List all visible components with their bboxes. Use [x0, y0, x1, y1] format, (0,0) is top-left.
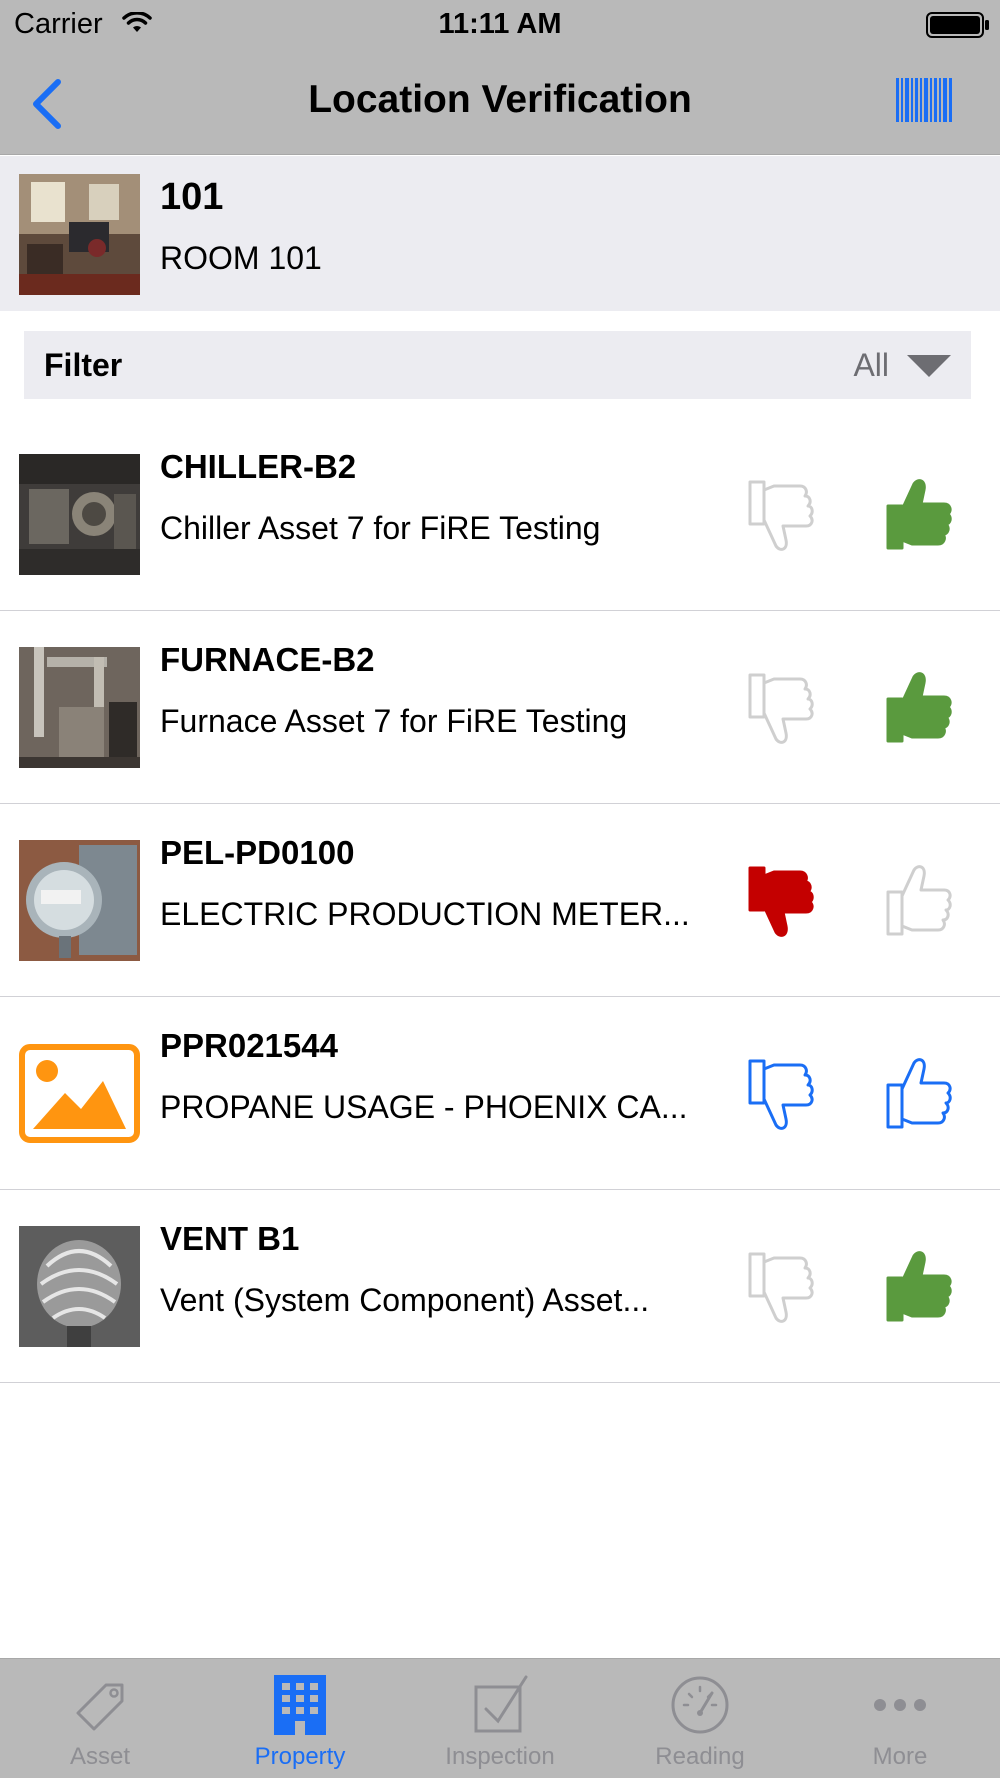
asset-photo-chiller	[19, 454, 140, 575]
thumbs-down-button[interactable]	[746, 1250, 816, 1326]
asset-description: Chiller Asset 7 for FiRE Testing	[160, 510, 601, 546]
asset-code: VENT B1	[160, 1220, 300, 1257]
thumbs-up-button[interactable]	[884, 1055, 954, 1131]
thumbs-up-icon	[886, 672, 952, 743]
thumbs-down-icon	[748, 480, 814, 551]
status-time: 11:11 AM	[438, 8, 562, 40]
checkbox-icon	[474, 1675, 528, 1733]
asset-row[interactable]: CHILLER-B2 Chiller Asset 7 for FiRE Test…	[0, 418, 1000, 611]
asset-description: Vent (System Component) Asset...	[160, 1282, 650, 1318]
thumbs-up-button[interactable]	[884, 862, 954, 938]
thumbs-up-icon	[886, 1251, 952, 1322]
asset-row[interactable]: FURNACE-B2 Furnace Asset 7 for FiRE Test…	[0, 611, 1000, 804]
tab-asset[interactable]: Asset	[0, 1659, 200, 1778]
asset-photo-meter	[19, 840, 140, 961]
asset-photo-vent	[19, 1226, 140, 1347]
asset-code: PEL-PD0100	[160, 834, 355, 871]
building-icon	[274, 1675, 326, 1735]
thumbs-down-icon	[748, 866, 814, 937]
thumbs-up-icon	[886, 865, 952, 936]
barcode-scan-button[interactable]	[894, 78, 954, 122]
tab-label: Reading	[655, 1743, 745, 1770]
thumbs-down-button[interactable]	[746, 478, 816, 554]
chevron-down-icon	[907, 355, 951, 377]
asset-row[interactable]: PEL-PD0100 ELECTRIC PRODUCTION METER...	[0, 804, 1000, 997]
tab-more[interactable]: More	[800, 1659, 1000, 1778]
gauge-icon	[671, 1676, 729, 1734]
thumbs-down-icon	[748, 1059, 814, 1130]
filter-value: All	[853, 347, 889, 383]
thumbs-down-icon	[748, 673, 814, 744]
thumbs-down-button[interactable]	[746, 864, 816, 940]
location-header: 101 ROOM 101	[0, 156, 1000, 311]
location-code: 101	[160, 176, 224, 218]
tag-icon	[76, 1683, 124, 1731]
asset-list: CHILLER-B2 Chiller Asset 7 for FiRE Test…	[0, 418, 1000, 1383]
asset-photo-furnace	[19, 647, 140, 768]
asset-description: PROPANE USAGE - PHOENIX CA...	[160, 1089, 688, 1125]
barcode-icon	[896, 78, 952, 122]
thumbs-up-button[interactable]	[884, 476, 954, 552]
thumbs-down-button[interactable]	[746, 1057, 816, 1133]
asset-description: ELECTRIC PRODUCTION METER...	[160, 896, 690, 932]
tab-reading[interactable]: Reading	[600, 1659, 800, 1778]
tab-label: Property	[254, 1743, 346, 1770]
tab-property[interactable]: Property	[200, 1659, 400, 1778]
asset-description: Furnace Asset 7 for FiRE Testing	[160, 703, 628, 739]
page-title: Location Verification	[308, 78, 692, 121]
tab-label: More	[872, 1743, 928, 1770]
thumbs-down-icon	[748, 1252, 814, 1323]
battery-icon	[926, 12, 990, 43]
asset-code: PPR021544	[160, 1027, 338, 1064]
thumbs-up-icon	[886, 1058, 952, 1129]
location-name: ROOM 101	[160, 240, 322, 276]
tab-inspection[interactable]: Inspection	[400, 1659, 600, 1778]
thumbs-down-button[interactable]	[746, 671, 816, 747]
asset-row[interactable]: VENT B1 Vent (System Component) Asset...	[0, 1190, 1000, 1383]
tab-bar: Asset Property Inspection Reading More	[0, 1658, 1000, 1778]
thumbs-up-icon	[886, 479, 952, 550]
filter-label: Filter	[44, 347, 123, 383]
tab-label: Inspection	[445, 1743, 555, 1770]
filter-selector[interactable]: Filter All	[24, 331, 971, 399]
thumbs-up-button[interactable]	[884, 669, 954, 745]
asset-code: FURNACE-B2	[160, 641, 375, 678]
location-photo	[19, 174, 140, 295]
navigation-bar: Carrier 11:11 AM Location Verification	[0, 0, 1000, 155]
more-icon	[874, 1699, 926, 1711]
image-placeholder-icon	[19, 1033, 140, 1154]
tab-label: Asset	[69, 1743, 131, 1770]
asset-row[interactable]: PPR021544 PROPANE USAGE - PHOENIX CA...	[0, 997, 1000, 1190]
thumbs-up-button[interactable]	[884, 1248, 954, 1324]
asset-code: CHILLER-B2	[160, 448, 357, 485]
